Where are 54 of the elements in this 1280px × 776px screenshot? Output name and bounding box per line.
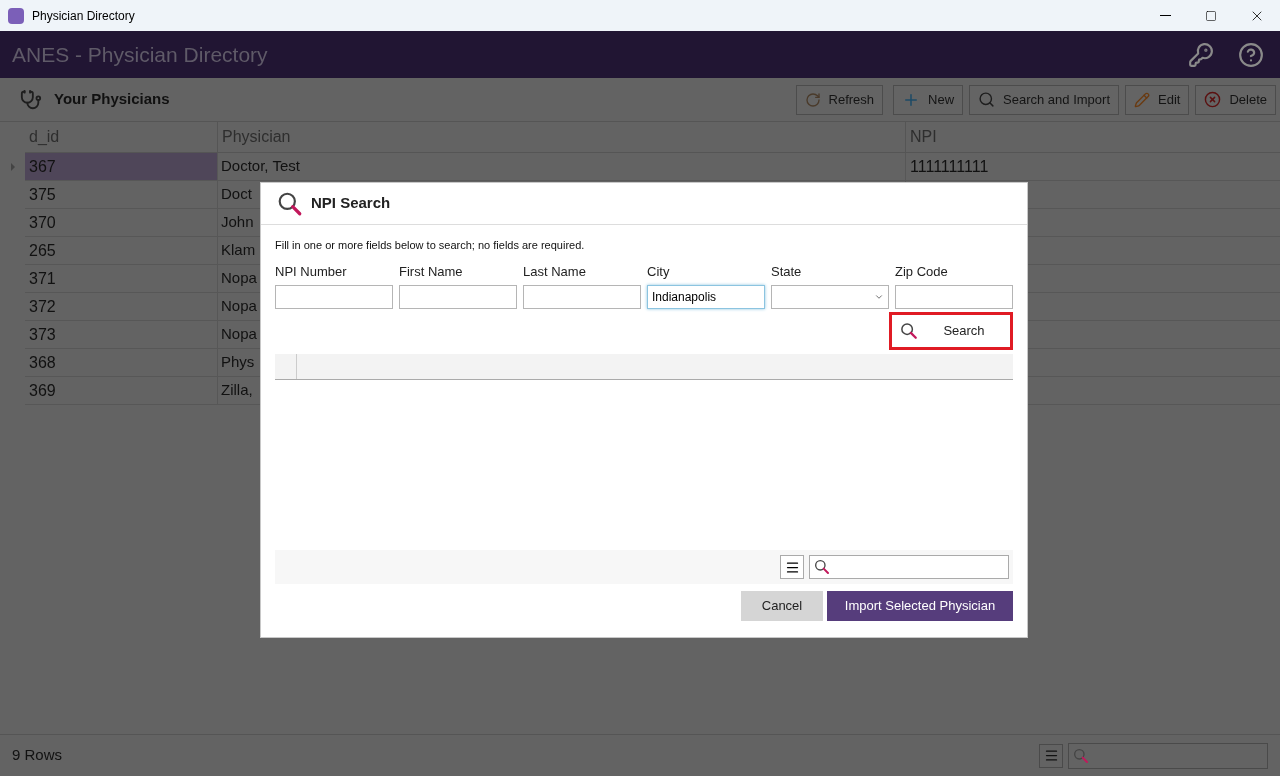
input-field[interactable]: Indianapolis (647, 285, 765, 309)
section-title: Your Physicians (54, 89, 170, 110)
search-icon (277, 190, 303, 217)
input-field[interactable] (275, 285, 393, 309)
row-count: 9 Rows (12, 745, 63, 766)
table-cell-text: 371 (28, 268, 57, 289)
app-logo-icon (8, 7, 24, 24)
toolbar-button[interactable]: New (893, 84, 964, 115)
table-cell-text: 375 (28, 184, 57, 205)
search-button[interactable]: Search (889, 312, 1013, 350)
menu-icon (1043, 748, 1059, 763)
input-field[interactable] (399, 285, 517, 309)
search-icon (814, 559, 830, 575)
dropdown-field[interactable] (771, 285, 889, 309)
table-cell: 367 (25, 153, 217, 180)
maximize-icon (1205, 9, 1217, 22)
instructions-text: Fill in one or more fields below to search; no fields are required. (275, 238, 586, 253)
import-button[interactable]: Import Selected Physician (827, 591, 1013, 621)
app-title: ANES - Physician Directory (12, 41, 268, 68)
input-field[interactable] (895, 285, 1013, 309)
stethoscope-icon (20, 88, 42, 111)
filter-field[interactable] (809, 555, 1009, 579)
table-cell-text: 373 (28, 324, 57, 345)
table-cell-text: 369 (28, 380, 57, 401)
refresh-icon (804, 91, 821, 108)
table-cell-text: 368 (28, 352, 57, 373)
help-icon[interactable] (1238, 41, 1264, 68)
toolbar-button[interactable]: Edit (1125, 84, 1190, 115)
table-cell-text: 372 (28, 296, 57, 317)
minimize-icon (1159, 15, 1171, 16)
field-label: State (771, 262, 803, 281)
search-icon (1073, 747, 1089, 764)
table-cell-text: 370 (28, 212, 57, 233)
field-label: Last Name (523, 262, 587, 281)
toolbar-button[interactable]: Delete (1195, 84, 1276, 115)
field-label: NPI Number (275, 262, 348, 281)
field-label: City (647, 262, 671, 281)
toolbar-button[interactable]: Search and Import (969, 84, 1119, 115)
cancel-button[interactable]: Cancel (741, 591, 823, 621)
filter-field[interactable] (1068, 742, 1268, 769)
table-cell: Doctor, Test (217, 153, 905, 180)
menu-button[interactable] (780, 555, 804, 579)
toolbar-button[interactable]: Refresh (795, 84, 884, 115)
table-cell-text: 265 (28, 240, 57, 261)
table-cell: 1111111111 (905, 153, 1280, 180)
search-icon (900, 322, 918, 340)
dropdown-caret-icon (874, 292, 884, 302)
search-icon (978, 91, 996, 108)
field-label: First Name (399, 262, 464, 281)
window-title: Physician Directory (32, 7, 135, 25)
pencil-icon (1134, 91, 1150, 108)
delete-icon (1204, 91, 1222, 108)
menu-icon (784, 559, 800, 575)
input-field[interactable] (523, 285, 641, 309)
